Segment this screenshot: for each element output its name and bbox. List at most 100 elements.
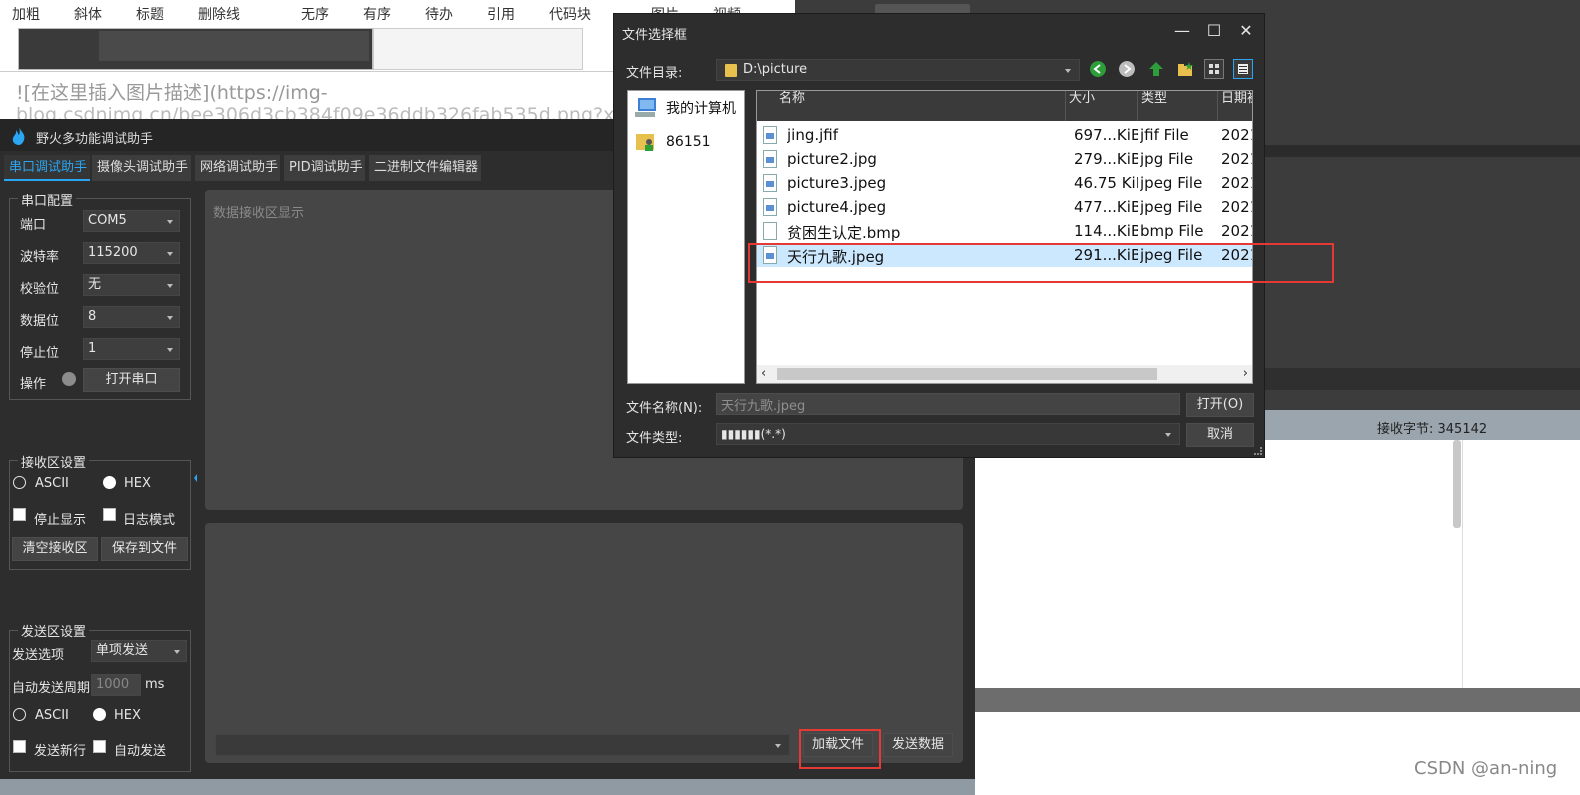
maximize-icon[interactable]: ☐ bbox=[1202, 19, 1226, 43]
port-status-led-icon bbox=[62, 372, 76, 386]
flame-logo-icon bbox=[12, 127, 25, 145]
resize-grip-icon[interactable] bbox=[1254, 447, 1262, 455]
file-size: 46.75 KiB bbox=[1074, 174, 1138, 192]
toolbar-heading[interactable]: 标题 bbox=[136, 4, 164, 24]
tab-network[interactable]: 网络调试助手 bbox=[195, 155, 280, 181]
filetype-select[interactable]: ▮▮▮▮▮▮(*.*) bbox=[716, 423, 1180, 445]
close-icon[interactable]: ✕ bbox=[1234, 19, 1258, 43]
toolbar-unordered[interactable]: 无序 bbox=[301, 4, 329, 24]
detail-view-icon[interactable] bbox=[1233, 59, 1253, 79]
file-row[interactable]: jing.jfif 697...KiBjfif File 2021 bbox=[757, 123, 1252, 147]
horizontal-scrollbar[interactable]: ‹ › bbox=[757, 365, 1252, 383]
file-type: bmp File bbox=[1140, 222, 1204, 240]
open-button[interactable]: 打开(O) bbox=[1186, 393, 1254, 417]
column-date[interactable]: 日期被 bbox=[1217, 91, 1252, 121]
baud-value: 115200 bbox=[88, 245, 138, 260]
toolbar-strikethrough[interactable]: 删除线 bbox=[198, 4, 240, 24]
file-date: 2021 bbox=[1221, 174, 1252, 192]
recv-hex-radio[interactable] bbox=[103, 476, 116, 489]
file-date: 2021 bbox=[1221, 150, 1252, 168]
file-type: jfif File bbox=[1140, 126, 1189, 144]
recv-hex-label: HEX bbox=[124, 476, 151, 491]
tab-camera[interactable]: 摄像头调试助手 bbox=[92, 155, 191, 181]
file-date: 2021 bbox=[1221, 126, 1252, 144]
column-name[interactable]: 名称 bbox=[757, 91, 1065, 121]
recv-settings-title: 接收区设置 bbox=[18, 452, 90, 471]
parent-folder-icon[interactable] bbox=[1148, 61, 1164, 77]
tab-binary-editor[interactable]: 二进制文件编辑器 bbox=[369, 155, 481, 181]
send-option-label: 发送选项 bbox=[12, 648, 65, 663]
file-size: 697...KiB bbox=[1074, 126, 1138, 144]
port-select[interactable]: COM5 bbox=[83, 210, 180, 232]
send-data-area[interactable] bbox=[205, 523, 963, 763]
send-newline-checkbox[interactable] bbox=[13, 740, 26, 753]
toolbar-todo[interactable]: 待办 bbox=[425, 4, 453, 24]
send-hex-label: HEX bbox=[114, 708, 141, 723]
user-folder-icon bbox=[636, 134, 654, 151]
log-mode-checkbox[interactable] bbox=[103, 508, 116, 521]
clear-recv-button[interactable]: 清空接收区 bbox=[12, 537, 98, 561]
open-port-button[interactable]: 打开串口 bbox=[83, 368, 180, 392]
file-name: jing.jfif bbox=[787, 126, 839, 144]
directory-label: 文件目录: bbox=[626, 66, 683, 81]
stop-bits-select[interactable]: 1 bbox=[83, 338, 180, 360]
toolbar-ordered[interactable]: 有序 bbox=[363, 4, 391, 24]
forward-icon[interactable] bbox=[1119, 61, 1135, 77]
save-to-file-button[interactable]: 保存到文件 bbox=[101, 537, 188, 561]
auto-send-checkbox[interactable] bbox=[93, 740, 106, 753]
minimize-icon[interactable]: — bbox=[1170, 19, 1194, 43]
stop-display-checkbox[interactable] bbox=[13, 508, 26, 521]
file-row[interactable]: picture4.jpeg 477...KiBjpeg File 2021 bbox=[757, 195, 1252, 219]
parity-select[interactable]: 无 bbox=[83, 274, 180, 296]
scroll-thumb[interactable] bbox=[777, 368, 1157, 380]
filename-input[interactable] bbox=[716, 393, 1180, 415]
sidebar-item-computer[interactable]: 我的计算机 bbox=[634, 94, 736, 124]
toolbar-quote[interactable]: 引用 bbox=[487, 4, 515, 24]
scroll-right-icon[interactable]: › bbox=[1243, 366, 1248, 381]
send-ascii-radio[interactable] bbox=[13, 708, 26, 721]
file-type: jpeg File bbox=[1140, 174, 1203, 192]
tab-serial[interactable]: 串口调试助手 bbox=[4, 155, 90, 181]
send-option-value: 单项发送 bbox=[96, 643, 149, 658]
directory-select[interactable]: D:\picture bbox=[716, 59, 1080, 81]
scrollbar[interactable] bbox=[1453, 440, 1461, 528]
toolbar-italic[interactable]: 斜体 bbox=[74, 4, 102, 24]
toolbar-bold[interactable]: 加粗 bbox=[12, 4, 40, 24]
chevron-down-icon bbox=[167, 220, 173, 224]
sidebar-item-user[interactable]: 86151 bbox=[634, 127, 711, 157]
baud-label: 波特率 bbox=[20, 250, 60, 265]
chevron-down-icon bbox=[167, 252, 173, 256]
filetype-label: 文件类型: bbox=[626, 431, 683, 446]
file-row[interactable]: picture3.jpeg 46.75 KiBjpeg File 2021 bbox=[757, 171, 1252, 195]
icon-view-icon[interactable] bbox=[1204, 59, 1224, 79]
auto-period-input[interactable]: 1000 bbox=[91, 674, 141, 696]
image-file-icon bbox=[763, 198, 777, 216]
send-hex-radio[interactable] bbox=[93, 708, 106, 721]
stop-bits-value: 1 bbox=[88, 341, 97, 356]
send-option-select[interactable]: 单项发送 bbox=[91, 640, 187, 662]
back-icon[interactable] bbox=[1090, 61, 1106, 77]
send-data-button[interactable]: 发送数据 bbox=[883, 733, 953, 757]
file-row[interactable]: picture2.jpg 279...KiBjpg File 2021 bbox=[757, 147, 1252, 171]
directory-value: D:\picture bbox=[743, 62, 808, 77]
file-row[interactable]: 贫困生认定.bmp 114...KiBbmp File 2021 bbox=[757, 219, 1252, 243]
recv-bytes-label: 接收字节: 345142 bbox=[1377, 422, 1488, 437]
recv-ascii-radio[interactable] bbox=[13, 476, 26, 489]
data-bits-label: 数据位 bbox=[20, 314, 60, 329]
parity-label: 校验位 bbox=[20, 282, 60, 297]
column-size[interactable]: 大小 bbox=[1065, 91, 1137, 121]
send-settings-title: 发送区设置 bbox=[18, 621, 90, 640]
background-bottom-bar bbox=[975, 688, 1580, 712]
tab-pid[interactable]: PID调试助手 bbox=[284, 155, 365, 181]
file-path-select[interactable] bbox=[215, 734, 790, 756]
cancel-button[interactable]: 取消 bbox=[1186, 423, 1254, 447]
folder-icon bbox=[725, 64, 737, 77]
toolbar-codeblock[interactable]: 代码块 bbox=[549, 4, 591, 24]
markdown-image-line[interactable]: ![在这里插入图片描述](https://img- bbox=[16, 78, 328, 105]
scroll-left-icon[interactable]: ‹ bbox=[761, 366, 766, 381]
new-folder-icon[interactable] bbox=[1177, 61, 1193, 77]
data-bits-select[interactable]: 8 bbox=[83, 306, 180, 328]
splitter-arrow-icon[interactable] bbox=[194, 474, 197, 482]
baud-select[interactable]: 115200 bbox=[83, 242, 180, 264]
column-type[interactable]: 类型 bbox=[1137, 91, 1217, 121]
